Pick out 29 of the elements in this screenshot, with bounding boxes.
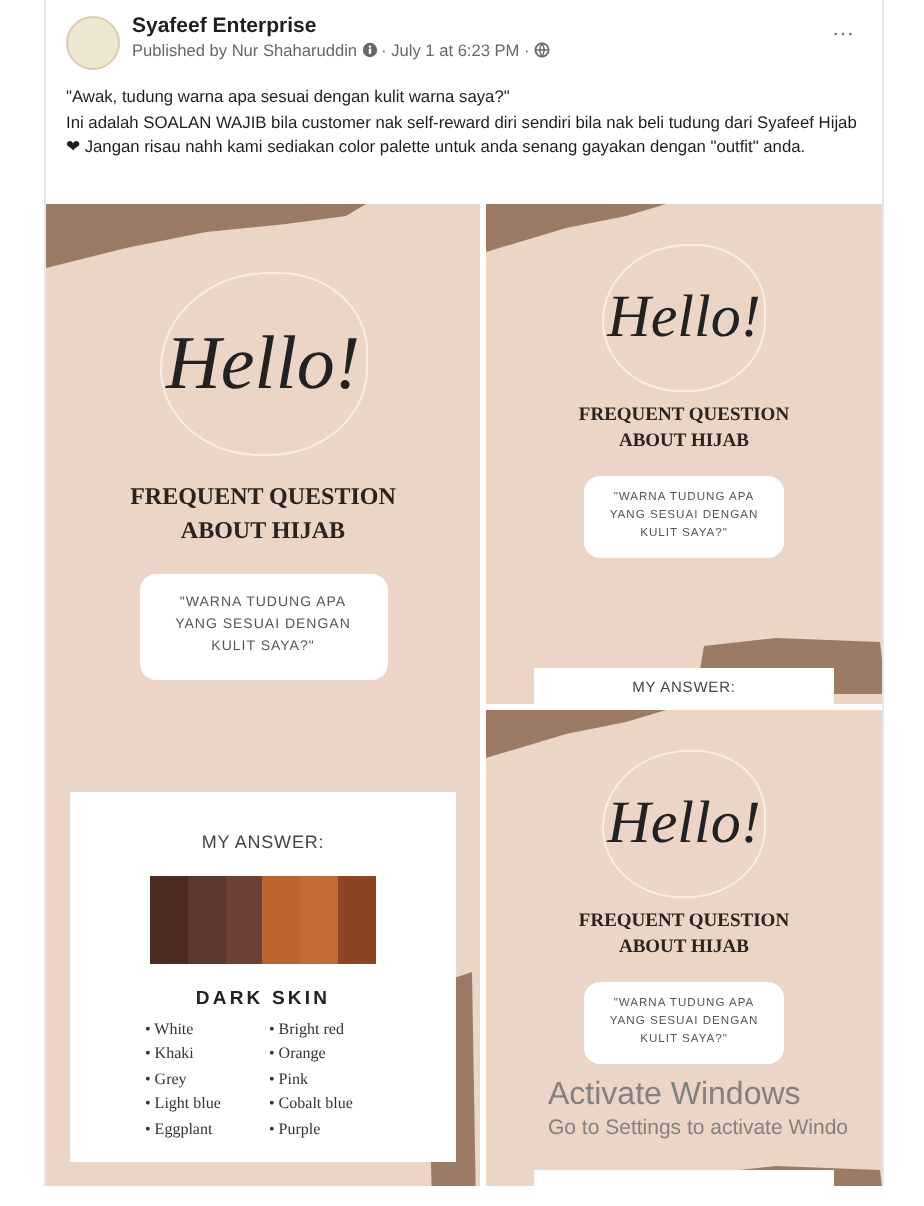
post-timestamp[interactable]: · July 1 at 6:23 PM · [381,40,530,60]
skin-label: DARK SKIN [195,987,331,1010]
globe-icon [533,42,550,58]
activation-subtitle: Go to Settings to activate Windo [548,1114,848,1142]
page-name[interactable]: Syafeef Enterprise [132,14,812,38]
color-list-item: • Bright red [269,1017,346,1042]
color-list-item: • Purple [269,1117,323,1142]
color-list-item: • Cobalt blue [269,1092,355,1117]
faq-heading: FREQUENT QUESTION ABOUT HIJAB [130,479,396,547]
faq-heading: FREQUENT QUESTION ABOUT HIJAB [578,403,790,457]
post-image[interactable] [46,203,480,1186]
color-list-item: • Eggplant [145,1117,215,1142]
faq-heading: FREQUENT QUESTION ABOUT HIJAB [578,909,790,963]
hello-script: Hello! [165,325,361,402]
byline: Published by Nur Shaharuddin [132,40,358,60]
post-message: Ini adalah SOALAN WAJIB bila customer nak self-reward diri sendiri bila nak beli tudung dari Syafeef Hijab ❤ Jangan risau nahh kami sediakan color palette untuk anda senang gayakan dengan "outfit" anda. [66,109,859,160]
hello-script: Hello! [607,793,761,854]
hello-script: Hello! [607,287,761,348]
post-message: "Awak, tudung warna apa sesuai dengan kulit warna saya?" [66,84,512,110]
color-list-item: • Grey [145,1067,189,1092]
info-icon [361,42,378,58]
answer-title: MY ANSWER: [201,831,325,852]
color-list-item: • Orange [269,1042,328,1067]
color-list-item: • Light blue [145,1092,223,1117]
more-options-button[interactable]: ··· [824,22,862,46]
color-list-item: • Khaki [145,1042,196,1067]
color-list-item: • Pink [269,1067,310,1092]
color-list-item: • White [145,1017,196,1042]
activation-title: Activate Windows [548,1076,803,1114]
